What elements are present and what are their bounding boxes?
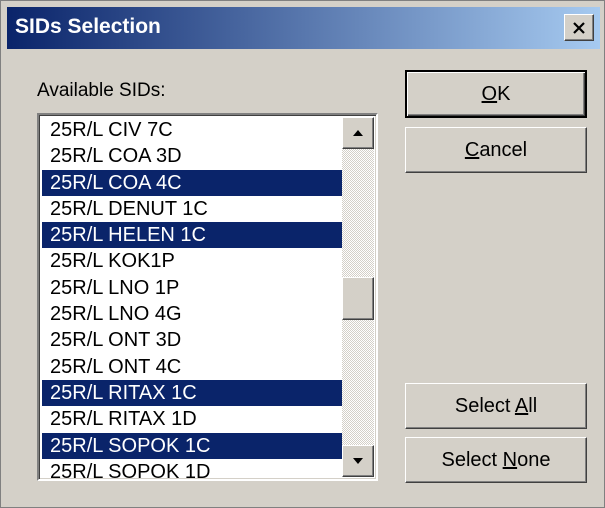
list-item[interactable]: 25R/L DENUT 1C [42,196,342,222]
select-none-button[interactable]: Select None [405,437,587,483]
list-item[interactable]: 25R/L COA 3D [42,143,342,169]
list-item[interactable]: 25R/L SOPOK 1C [42,432,342,459]
list-item[interactable]: 25R/L ONT 3D [42,327,342,353]
select-none-button-label: Select None [441,448,551,471]
sids-listbox[interactable]: 25R/L CIV 7C 25R/L COA 3D 25R/L COA 4C 25R/… [37,113,378,481]
list-item[interactable]: 25R/L KOK1P [42,248,342,274]
window-title: SIDs Selection [15,15,161,38]
vertical-scrollbar[interactable] [342,117,374,477]
list-item[interactable]: 25R/L SOPOK 1D [42,459,342,479]
cancel-button-label: Cancel [464,138,528,161]
ok-button[interactable]: OK [405,70,587,118]
list-item[interactable]: 25R/L ONT 4C [42,354,342,380]
list-item[interactable]: 25R/L CIV 7C [42,117,342,143]
list-item[interactable]: 25R/L HELEN 1C [42,222,342,249]
ok-button-label: OK [481,82,511,105]
list-item[interactable]: 25R/L RITAX 1D [42,406,342,432]
arrow-down-icon [353,458,363,464]
arrow-up-icon [353,130,363,136]
sids-selection-dialog: SIDs Selection Available SIDs: 25R/L CIV… [0,0,605,508]
close-icon [573,21,585,34]
list-item[interactable]: 25R/L COA 4C [42,169,342,196]
available-sids-label: Available SIDs: [37,80,166,101]
scroll-thumb[interactable] [342,277,374,320]
cancel-button[interactable]: Cancel [405,127,587,173]
list-item[interactable]: 25R/L LNO 1P [42,275,342,301]
scroll-down-button[interactable] [342,445,374,477]
select-all-button-label: Select All [454,394,538,417]
list-item[interactable]: 25R/L LNO 4G [42,301,342,327]
close-button[interactable] [564,14,594,41]
sids-list-items: 25R/L CIV 7C 25R/L COA 3D 25R/L COA 4C 25R/… [42,117,342,479]
scroll-up-button[interactable] [342,117,374,149]
title-bar[interactable]: SIDs Selection [7,7,600,49]
list-item[interactable]: 25R/L RITAX 1C [42,379,342,407]
select-all-button[interactable]: Select All [405,383,587,429]
